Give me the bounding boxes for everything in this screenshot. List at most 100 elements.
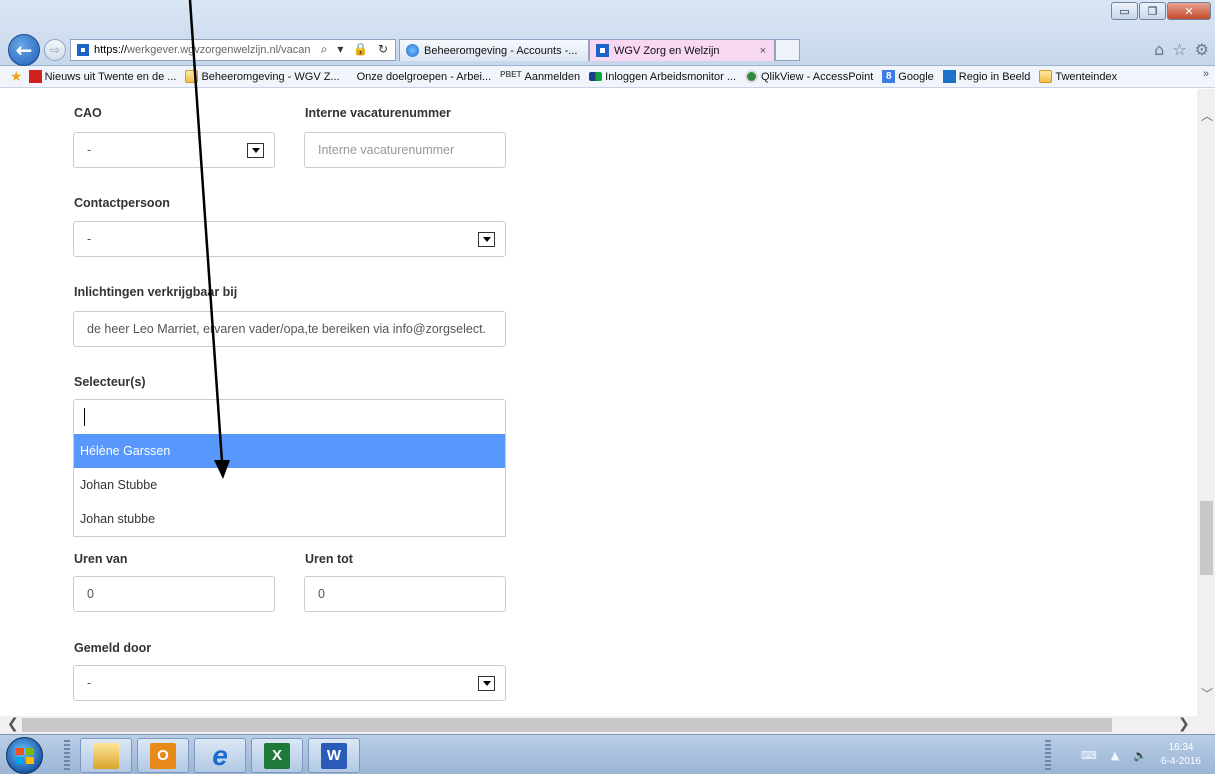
show-hidden-icons-icon[interactable]: ▲ [1111, 749, 1119, 762]
cao-select[interactable]: - [73, 132, 275, 168]
favorite-label: Beheeromgeving - WGV Z... [201, 70, 340, 83]
tab-label: WGV Zorg en Welzijn [614, 44, 720, 57]
back-button[interactable]: ← [8, 34, 40, 66]
chevron-down-icon [478, 676, 495, 691]
favorite-link[interactable]: Nieuws uit Twente en de ... [28, 70, 176, 83]
minimize-button[interactable]: ▭ [1111, 2, 1138, 20]
selecteur-options-list: Hélène Garssen Johan Stubbe Johan stubbe [73, 434, 506, 537]
favorites-bar: ★ Nieuws uit Twente en de ... Beheeromge… [0, 66, 1215, 88]
uren-van-label: Uren van [74, 552, 128, 566]
windows-taskbar: O e X W ⌨ ▲ 🔊 16:34 6-4-2016 [0, 734, 1215, 774]
gemeld-door-label: Gemeld door [74, 641, 152, 655]
tab-beheeromgeving[interactable]: Beheeromgeving - Accounts -... [399, 39, 589, 61]
interne-vacaturenummer-label: Interne vacaturenummer [305, 106, 451, 120]
scroll-up-icon[interactable]: ︿ [1201, 107, 1213, 124]
taskbar-internet-explorer[interactable]: e [194, 738, 246, 773]
keyboard-icon[interactable]: ⌨ [1081, 749, 1097, 762]
favorite-link[interactable]: PBET Aanmelden [500, 70, 580, 83]
internet-explorer-icon: e [212, 739, 228, 771]
favorite-link[interactable]: Inloggen Arbeidsmonitor ... [589, 71, 736, 83]
cao-label: CAO [74, 106, 102, 120]
chevron-down-icon [247, 143, 264, 158]
close-window-button[interactable]: ✕ [1167, 2, 1211, 20]
new-tab-button[interactable] [775, 39, 800, 61]
window-controls: ▭ ❐ ✕ [1110, 2, 1211, 20]
inlichtingen-input[interactable]: de heer Leo Marriet, ervaren vader/opa,t… [73, 311, 506, 347]
scroll-down-icon[interactable]: ﹀ [1201, 685, 1213, 702]
horizontal-scroll-thumb[interactable] [22, 718, 1112, 732]
qlikview-icon [745, 70, 758, 83]
regio-icon [942, 70, 956, 83]
contactpersoon-label: Contactpersoon [74, 196, 170, 210]
browser-titlebar: ▭ ❐ ✕ ← ⇨ https:// werkgever.wgvzorgenwe… [0, 0, 1215, 66]
chevron-down-icon [478, 232, 495, 247]
favorite-link[interactable]: Twenteindex [1039, 70, 1117, 83]
favorite-link[interactable]: Onze doelgroepen - Arbei... [357, 71, 492, 83]
tray-grip [1045, 740, 1051, 770]
scroll-left-icon[interactable]: ❮ [7, 716, 19, 732]
inlichtingen-value: de heer Leo Marriet, ervaren vader/opa,t… [87, 322, 487, 336]
favorite-link[interactable]: Beheeromgeving - WGV Z... [185, 70, 340, 83]
address-actions-icons[interactable]: ⌕ ▾ 🔒 ↻ [321, 42, 391, 57]
option-helene-garssen[interactable]: Hélène Garssen [74, 434, 505, 468]
vertical-scrollbar[interactable]: ︿ ﹀ [1197, 89, 1215, 716]
cao-value: - [87, 143, 92, 157]
option-johan-stubbe[interactable]: Johan Stubbe [74, 468, 505, 502]
volume-icon[interactable]: 🔊 [1133, 749, 1147, 762]
uren-van-input[interactable]: 0 [73, 576, 275, 612]
pbet-icon: PBET [500, 70, 522, 79]
forward-button[interactable]: ⇨ [44, 39, 66, 61]
favorite-label: Google [898, 70, 934, 83]
excel-icon: X [264, 742, 290, 769]
system-tray: ⌨ ▲ 🔊 16:34 6-4-2016 [1081, 735, 1215, 775]
favorite-link[interactable]: 8 Google [882, 70, 934, 83]
inlichtingen-label: Inlichtingen verkrijgbaar bij [74, 285, 238, 299]
favorite-link[interactable]: QlikView - AccessPoint [745, 70, 873, 83]
interne-vacaturenummer-input[interactable]: Interne vacaturenummer [304, 132, 506, 168]
horizontal-scrollbar[interactable]: ❮ ❯ [0, 716, 1215, 734]
selecteur-label: Selecteur(s) [74, 375, 146, 389]
tab-label: Beheeromgeving - Accounts -... [424, 44, 578, 57]
url-prefix: https:// [94, 44, 128, 56]
selecteur-search-input[interactable] [73, 399, 506, 435]
uren-tot-input[interactable]: 0 [304, 576, 506, 612]
favorite-label: Inloggen Arbeidsmonitor ... [605, 70, 736, 83]
url-host: werkgever.wgvzorgenwelzijn.nl [127, 44, 279, 56]
scroll-right-icon[interactable]: ❯ [1178, 716, 1190, 732]
system-clock[interactable]: 16:34 6-4-2016 [1161, 741, 1201, 769]
contactpersoon-select[interactable]: - [73, 221, 506, 257]
gear-icon[interactable]: ⚙ [1195, 40, 1209, 59]
text-caret [84, 408, 85, 426]
option-johan-stubbe-lower[interactable]: Johan stubbe [74, 502, 505, 536]
site-icon [596, 44, 609, 57]
vertical-scroll-thumb[interactable] [1200, 501, 1213, 575]
page-content: CAO - Interne vacaturenummer Interne vac… [0, 89, 1197, 716]
taskbar-excel[interactable]: X [251, 738, 303, 773]
browser-commands: ⌂ ☆ ⚙ [1154, 40, 1209, 59]
start-button[interactable] [6, 737, 43, 774]
favorite-label: QlikView - AccessPoint [761, 70, 874, 83]
favorites-star-icon[interactable]: ☆ [1172, 40, 1186, 59]
site-favicon-icon [77, 44, 89, 56]
favorite-link[interactable]: Regio in Beeld [942, 70, 1030, 83]
arbeidsmonitor-icon [589, 72, 603, 81]
add-favorite-star-icon[interactable]: ★ [10, 69, 23, 85]
tab-wgv-zorg[interactable]: WGV Zorg en Welzijn × [589, 39, 775, 61]
taskbar-explorer[interactable] [80, 738, 132, 773]
clock-date: 6-4-2016 [1160, 756, 1201, 767]
ie-icon [406, 44, 419, 57]
favorites-more-icon[interactable]: » [1203, 68, 1209, 80]
uren-tot-value: 0 [318, 587, 325, 601]
taskbar-outlook[interactable]: O [137, 738, 189, 773]
gemeld-door-select[interactable]: - [73, 665, 506, 701]
home-icon[interactable]: ⌂ [1154, 40, 1164, 59]
tab-close-icon[interactable]: × [760, 45, 766, 57]
uren-van-value: 0 [87, 587, 94, 601]
twente-icon [28, 70, 42, 83]
taskbar-word[interactable]: W [308, 738, 360, 773]
taskbar-grip [64, 740, 70, 770]
restore-button[interactable]: ❐ [1139, 2, 1166, 20]
windows-logo-icon [15, 747, 34, 764]
address-bar[interactable]: https:// werkgever.wgvzorgenwelzijn.nl /… [70, 39, 396, 61]
gemeld-door-value: - [87, 676, 92, 690]
